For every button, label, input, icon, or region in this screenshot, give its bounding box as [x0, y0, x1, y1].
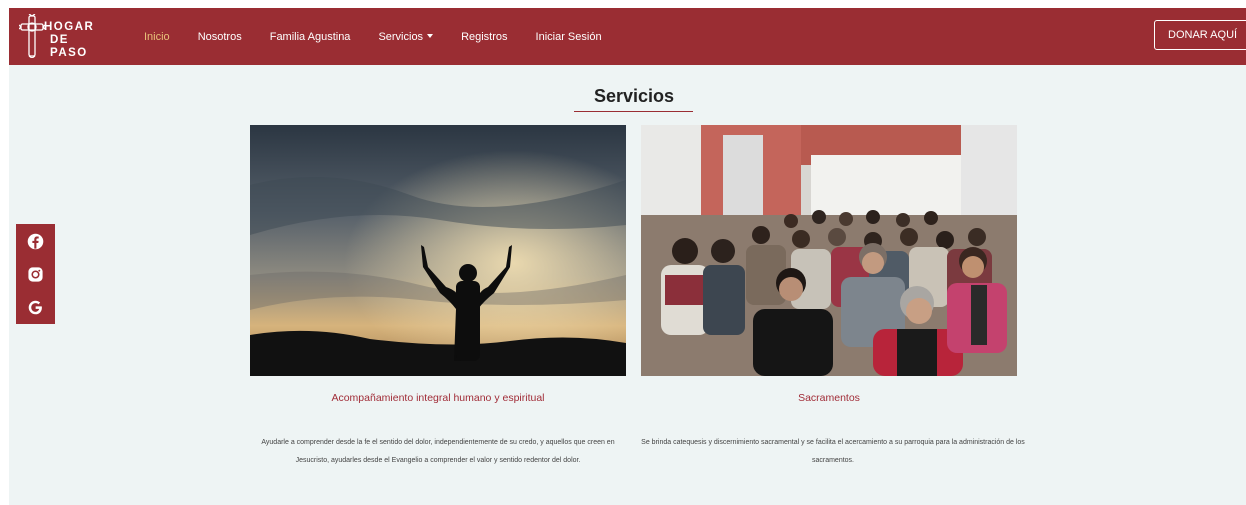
- instagram-icon[interactable]: [27, 266, 44, 283]
- google-icon[interactable]: [27, 299, 44, 316]
- service-text-acompanamiento: Ayudarle a comprender desde la fe el sen…: [261, 439, 615, 464]
- logo-line2: DE PASO: [50, 34, 88, 59]
- service-text-sacramentos: Se brinda catequesis y discernimiento sa…: [641, 439, 1025, 464]
- service-image-silhouette-raised-arms-sunset-photo: [250, 125, 626, 376]
- social-sidebar: [16, 224, 55, 324]
- service-title-sacramentos: Sacramentos: [798, 392, 860, 404]
- section-title: Servicios: [593, 86, 675, 106]
- facebook-icon[interactable]: [27, 233, 44, 250]
- service-image-seated-congregation-photo: [641, 125, 1017, 376]
- service-title-acompanamiento: Acompañamiento integral humano y espirit…: [331, 392, 545, 404]
- logo[interactable]: HOGAR DE PASO: [19, 14, 111, 59]
- nav-link-servicios-label: Servicios: [378, 30, 424, 43]
- nav-link-registros[interactable]: Registros: [461, 31, 507, 43]
- nav-link-servicios[interactable]: Servicios: [378, 30, 434, 43]
- nav-link-nosotros[interactable]: Nosotros: [198, 31, 242, 43]
- logo-line1: HOGAR: [44, 21, 95, 33]
- page: HOGAR DE PASO Inicio Nosotros Familia Ag…: [9, 8, 1246, 505]
- nav-links: Inicio Nosotros Familia Agustina Servici…: [144, 8, 630, 65]
- caret-down-icon: [427, 33, 434, 38]
- nav-link-inicio[interactable]: Inicio: [144, 31, 170, 43]
- nav-link-familia-agustina[interactable]: Familia Agustina: [270, 31, 351, 43]
- nav-link-iniciar-sesion[interactable]: Iniciar Sesión: [536, 31, 602, 43]
- title-underline: [574, 111, 693, 112]
- cross-logo-icon: [19, 14, 45, 58]
- donate-button[interactable]: DONAR AQUÍ: [1154, 20, 1246, 50]
- navbar: HOGAR DE PASO Inicio Nosotros Familia Ag…: [9, 8, 1246, 65]
